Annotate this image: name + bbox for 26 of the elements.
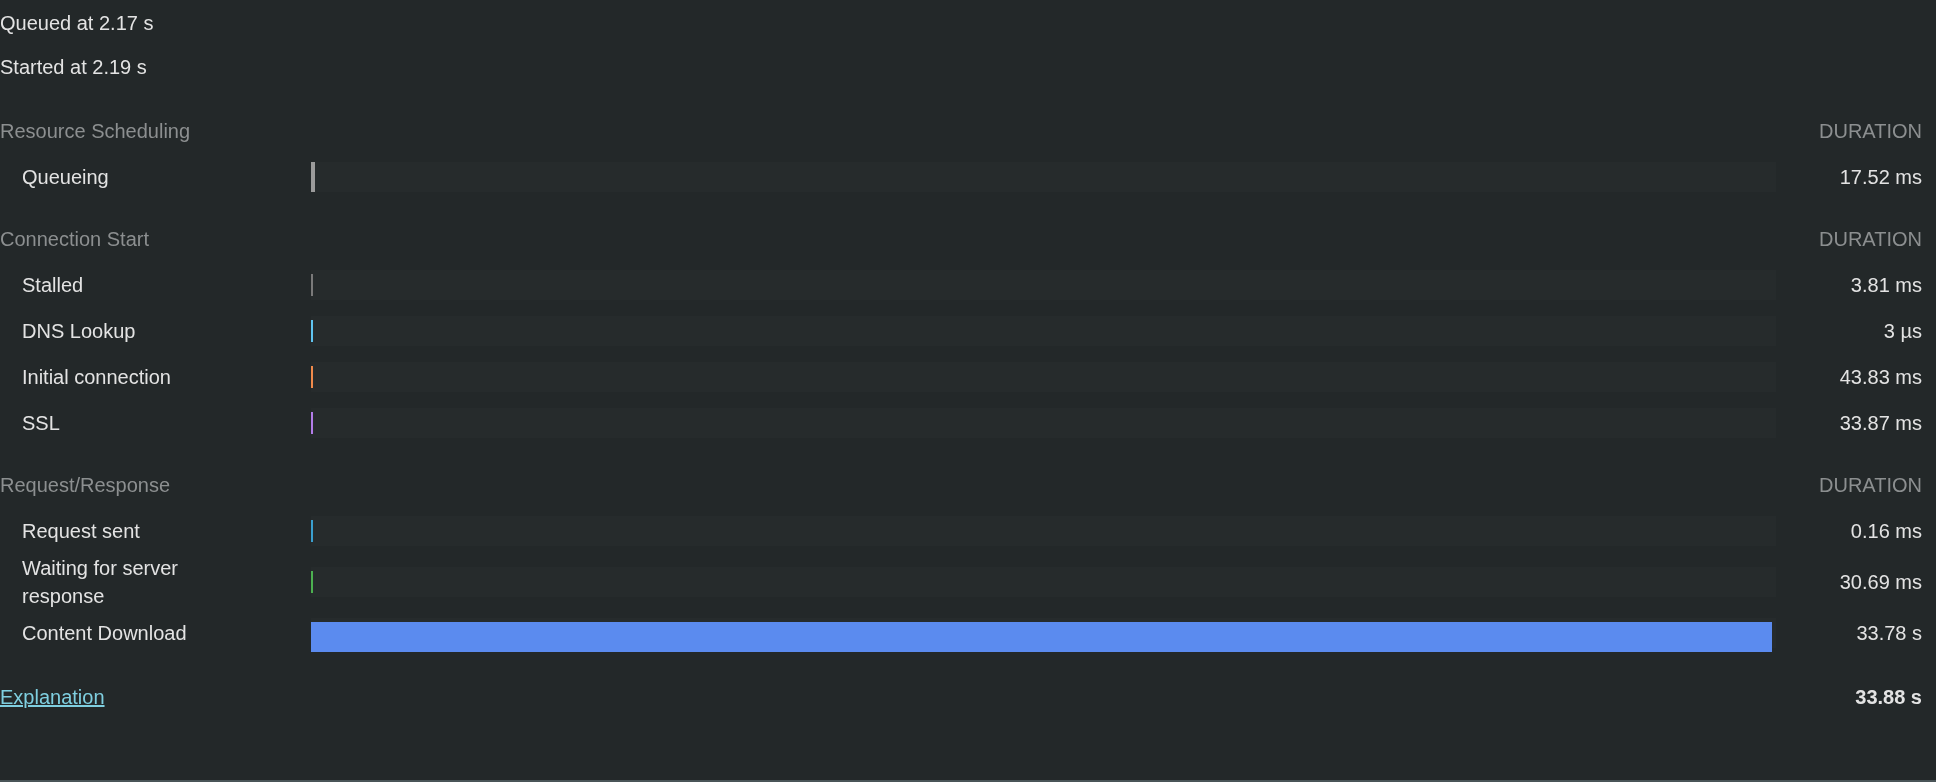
section-heading: Request/Response: [0, 473, 171, 498]
duration-heading: DURATION: [1819, 119, 1922, 144]
duration-value: 30.69 ms: [1839, 571, 1922, 593]
timing-label: Initial connection: [22, 366, 171, 388]
duration-value: 33.87 ms: [1839, 412, 1922, 434]
duration-value: 43.83 ms: [1839, 366, 1922, 388]
started-time: Started at 2.19 s: [0, 55, 147, 80]
duration-value: 3.81 ms: [1850, 274, 1922, 296]
timing-label: Request sent: [22, 520, 140, 542]
explanation-link[interactable]: Explanation: [0, 682, 105, 712]
duration-value: 17.52 ms: [1839, 166, 1922, 188]
section-heading: Connection Start: [0, 227, 149, 252]
section-heading: Resource Scheduling: [0, 119, 191, 144]
duration-heading: DURATION: [1819, 227, 1922, 252]
timing-label: Stalled: [22, 274, 84, 296]
queued-time: Queued at 2.17 s: [0, 11, 154, 36]
timing-label: Queueing: [22, 166, 109, 188]
timing-label: SSL: [22, 412, 60, 434]
timing-label: Waiting for server response: [22, 557, 178, 607]
duration-value: 0.16 ms: [1850, 520, 1922, 542]
timing-label: Content Download: [22, 622, 187, 644]
timing-label: DNS Lookup: [22, 320, 136, 342]
total-duration: 33.88 s: [1855, 685, 1922, 710]
duration-value: 33.78 s: [1856, 622, 1922, 644]
duration-value: 3 µs: [1883, 320, 1922, 342]
duration-heading: DURATION: [1819, 473, 1922, 498]
